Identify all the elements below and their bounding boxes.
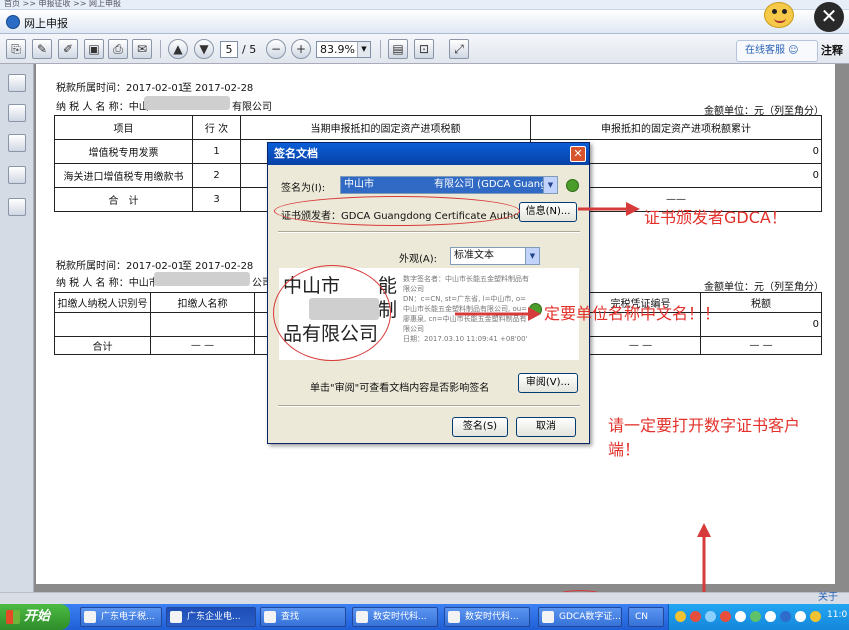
language-bar[interactable]: CN (628, 607, 664, 627)
start-button[interactable]: 开始 (0, 604, 70, 630)
app-icon (170, 611, 182, 623)
client-note: 请一定要打开数字证书客户 (608, 416, 801, 435)
clock: 11:0 (827, 610, 848, 620)
tray-icon[interactable] (810, 611, 821, 622)
tray-icon[interactable] (765, 611, 776, 622)
app-icon (448, 611, 460, 623)
taskbar-item[interactable]: 数安时代科... (444, 607, 530, 627)
arrow-head (528, 307, 541, 321)
client-note: 端！ (608, 440, 641, 459)
taskbar-item[interactable]: 查找 (260, 607, 346, 627)
taskbar-item[interactable]: 数安时代科... (352, 607, 438, 627)
arrow-head (697, 523, 711, 537)
tray-icon[interactable] (780, 611, 791, 622)
tray-icon[interactable] (675, 611, 686, 622)
issuer-note: 证书颁发者GDCA！ (644, 208, 787, 227)
tray-icon[interactable] (750, 611, 761, 622)
app-icon (84, 611, 96, 623)
tray-icon[interactable] (735, 611, 746, 622)
chinese-name-note: 定要单位名称中文名！！ (544, 304, 721, 323)
arrow-head (626, 202, 640, 216)
about-link[interactable]: 关于 (818, 588, 838, 603)
tray-icon[interactable] (720, 611, 731, 622)
pdf-icon (542, 611, 554, 623)
taskbar-item[interactable]: GDCA数字证... (538, 607, 622, 627)
status-strip (0, 592, 849, 604)
tray-icon[interactable] (705, 611, 716, 622)
taskbar-item[interactable]: 广东电子税... (80, 607, 162, 627)
app-icon (356, 611, 368, 623)
annotation-arrows (455, 202, 711, 600)
tray-icon[interactable] (690, 611, 701, 622)
system-tray: 11:0 (668, 604, 849, 630)
tray-icon[interactable] (795, 611, 806, 622)
taskbar: 开始 广东电子税... 广东企业电... 查找 数安时代科... 数安时代科..… (0, 604, 849, 630)
windows-flag-icon (6, 610, 20, 624)
taskbar-item[interactable]: 广东企业电... (166, 607, 256, 627)
search-icon (264, 611, 276, 623)
